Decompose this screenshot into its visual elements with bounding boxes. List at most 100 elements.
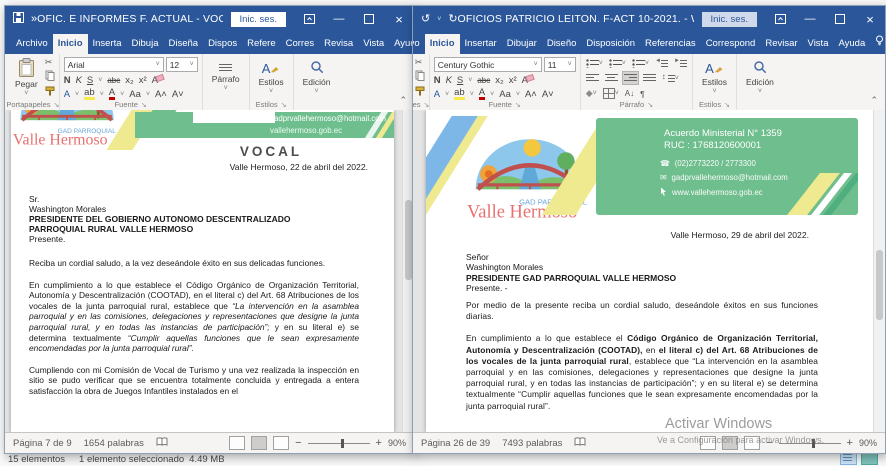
borders-icon[interactable]: ˅ — [602, 87, 620, 100]
vertical-scrollbar[interactable] — [873, 110, 885, 433]
undo-icon[interactable]: ↺ — [421, 14, 430, 25]
paragraph-group-button[interactable]: Párrafo ˅ — [207, 57, 245, 98]
tab-revisa[interactable]: Revisa — [319, 34, 358, 54]
tab-refere[interactable]: Refere — [242, 34, 281, 54]
tab-insertar[interactable]: Insertar — [460, 34, 502, 54]
tab-vista[interactable]: Vista — [803, 34, 834, 54]
strikethrough-button[interactable]: abc — [477, 76, 490, 85]
bold-button[interactable]: N — [64, 75, 71, 86]
page-indicator[interactable]: Página 7 de 9 — [13, 438, 72, 449]
document-page[interactable]: GAD PARROQUIAL Valle Hermoso Acuerdo Min… — [426, 110, 873, 433]
redo-icon[interactable]: ↻ — [448, 14, 457, 25]
minimize-button[interactable]: — — [795, 6, 825, 32]
proofing-icon[interactable] — [156, 437, 168, 450]
tab-vista[interactable]: Vista — [358, 34, 389, 54]
ribbon-display-options-icon[interactable] — [294, 6, 324, 32]
tell-me-item[interactable]: ¿Qué des — [870, 32, 885, 54]
word-count[interactable]: 1654 palabras — [84, 438, 144, 449]
title-bar[interactable]: » OFIC. E INFORMES F. ACTUAL - VOCALES -… — [5, 6, 414, 32]
clear-formatting-icon[interactable]: A — [522, 75, 528, 86]
format-painter-icon[interactable] — [415, 86, 425, 98]
tab-archivo[interactable]: Archivo — [413, 34, 425, 54]
tab-correspond[interactable]: Correspond — [701, 34, 761, 54]
copy-icon[interactable] — [415, 70, 425, 83]
line-spacing-icon[interactable]: ˅ — [661, 72, 680, 84]
tab-dibuja[interactable]: Dibuja — [127, 34, 164, 54]
tab-ayuda[interactable]: Ayuda — [833, 34, 870, 54]
close-button[interactable]: × — [384, 6, 414, 32]
font-name-select[interactable]: Arial˅ — [64, 57, 164, 72]
font-size-select[interactable]: 12˅ — [166, 57, 198, 72]
title-bar[interactable]: ↺ ˅ ↻ OFICIOS PATRICIO LEITON. F-ACT 10-… — [413, 6, 885, 32]
shading-icon[interactable]: ◆˅ — [585, 87, 598, 100]
font-name-select[interactable]: Century Gothic˅ — [434, 57, 542, 72]
dialog-launcher-icon[interactable]: ↘ — [54, 101, 60, 109]
web-layout-icon[interactable] — [744, 436, 760, 450]
zoom-out-button[interactable]: − — [295, 437, 301, 449]
read-mode-icon[interactable] — [700, 436, 716, 450]
tab-revisar[interactable]: Revisar — [760, 34, 802, 54]
change-case-icon[interactable]: Aa — [499, 89, 511, 100]
word-count[interactable]: 7493 palabras — [502, 438, 562, 449]
tab-referencias[interactable]: Referencias — [640, 34, 701, 54]
underline-button[interactable]: S — [457, 75, 463, 86]
styles-button[interactable]: A Estilos ˅ — [254, 57, 289, 98]
font-color-icon[interactable]: A — [479, 89, 485, 100]
increase-indent-icon[interactable] — [673, 57, 688, 69]
superscript-button[interactable]: x² — [509, 75, 517, 86]
proofing-icon[interactable] — [574, 437, 586, 450]
dialog-launcher-icon[interactable]: ↘ — [724, 101, 730, 109]
text-effects-icon[interactable]: A — [64, 89, 70, 100]
align-center-icon[interactable] — [604, 72, 619, 84]
tab-dispos[interactable]: Dispos — [203, 34, 242, 54]
format-painter-icon[interactable] — [45, 86, 55, 98]
zoom-slider[interactable] — [779, 443, 841, 444]
editing-button[interactable]: Edición ˅ — [298, 57, 336, 98]
highlight-color-icon[interactable]: ab — [84, 89, 95, 100]
zoom-level[interactable]: 90% — [859, 438, 877, 448]
maximize-button[interactable] — [825, 6, 855, 32]
maximize-button[interactable] — [354, 6, 384, 32]
highlight-color-icon[interactable]: ab — [454, 89, 465, 100]
subscript-button[interactable]: x₂ — [495, 75, 503, 86]
tab-inserta[interactable]: Inserta — [88, 34, 127, 54]
font-size-select[interactable]: 11˅ — [544, 57, 576, 72]
editing-button[interactable]: Edición ˅ — [741, 57, 779, 98]
justify-icon[interactable] — [642, 72, 657, 84]
grow-font-icon[interactable]: A˄ — [155, 89, 167, 100]
copy-icon[interactable] — [45, 70, 55, 83]
dialog-launcher-icon[interactable]: ↘ — [647, 101, 653, 109]
underline-button[interactable]: S — [87, 75, 93, 86]
bold-button[interactable]: N — [434, 75, 441, 86]
bullets-icon[interactable]: ˅ — [585, 57, 604, 69]
decrease-indent-icon[interactable] — [654, 57, 669, 69]
tab-diseña[interactable]: Diseña — [163, 34, 203, 54]
dialog-launcher-icon[interactable]: ↘ — [515, 101, 521, 109]
cut-icon[interactable]: ✂ — [415, 58, 425, 67]
text-effects-icon[interactable]: A — [434, 89, 440, 100]
tab-archivo[interactable]: Archivo — [11, 34, 53, 54]
italic-button[interactable]: K — [446, 75, 452, 86]
change-case-icon[interactable]: Aa — [129, 89, 141, 100]
zoom-in-button[interactable]: + — [376, 437, 382, 449]
read-mode-icon[interactable] — [229, 436, 245, 450]
sign-in-button[interactable]: Inic. ses. — [702, 12, 758, 27]
tab-dibujar[interactable]: Dibujar — [502, 34, 542, 54]
tab-disposición[interactable]: Disposición — [581, 34, 640, 54]
font-color-icon[interactable]: A — [109, 89, 115, 100]
dialog-launcher-icon[interactable]: ↘ — [141, 101, 147, 109]
align-right-icon[interactable] — [623, 72, 638, 84]
shrink-font-icon[interactable]: A˅ — [542, 89, 554, 100]
strikethrough-button[interactable]: abc — [107, 76, 120, 85]
align-left-icon[interactable] — [585, 72, 600, 84]
zoom-slider[interactable] — [308, 443, 370, 444]
print-layout-icon[interactable] — [722, 436, 738, 450]
clear-formatting-icon[interactable]: A — [152, 75, 158, 86]
document-page[interactable]: GAD PARROQUIAL Valle Hermoso ✉gadprvalle… — [11, 110, 394, 433]
zoom-out-button[interactable]: − — [766, 437, 772, 449]
numbering-icon[interactable]: ˅ — [608, 57, 627, 69]
close-button[interactable]: × — [855, 6, 885, 32]
ribbon-display-options-icon[interactable] — [765, 6, 795, 32]
pilcrow-icon[interactable]: ¶ — [639, 88, 646, 100]
tab-ayuda[interactable]: Ayuda — [389, 34, 414, 54]
